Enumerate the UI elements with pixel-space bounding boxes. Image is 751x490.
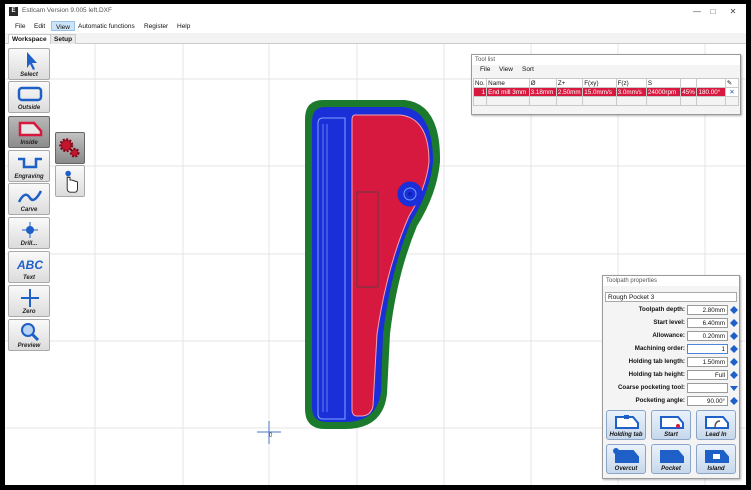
pocket-icon (660, 450, 684, 463)
tool-delete-icon[interactable]: ✕ (724, 87, 740, 97)
spin-diamond-icon[interactable] (730, 345, 738, 353)
menu-view[interactable]: View (51, 21, 75, 31)
sub-tool-hand-button[interactable] (55, 165, 85, 197)
toolpath-properties-panel: Toolpath properties Rough Pocket 3 Toolp… (602, 275, 740, 479)
window-title: Estlcam Version 9.005 left.DXF (22, 7, 112, 14)
workspace-canvas[interactable]: 0 Select Outside Inside Engraving Carve (5, 44, 746, 485)
tool-list-title: Tool list (472, 55, 740, 65)
tool-engraving-button[interactable]: Engraving (8, 150, 50, 182)
start-point-icon (660, 416, 684, 429)
table-row-empty (472, 96, 740, 106)
menu-help[interactable]: Help (173, 21, 194, 31)
field-machining-order: Machining order: 1 (603, 344, 743, 355)
pocketing-angle-input[interactable]: 90.00° (687, 396, 728, 406)
table-row[interactable]: 1 End mill 3mm 3.18mm 2.50mm 15.0mm/s 3.… (472, 87, 740, 97)
island-icon (705, 450, 729, 463)
tool-zero-button[interactable]: Zero (8, 285, 50, 317)
menu-automatic-functions[interactable]: Automatic functions (74, 21, 139, 31)
start-level-input[interactable]: 6.40mm (687, 318, 728, 328)
tool-edit-icon[interactable]: ✎ (724, 78, 740, 88)
carve-icon (17, 190, 43, 203)
tool-text-button[interactable]: ABC Text (8, 251, 50, 283)
tool-list-menu-file[interactable]: File (480, 66, 490, 73)
title-bar: E Estlcam Version 9.005 left.DXF — □ ✕ (5, 4, 746, 19)
spin-diamond-icon[interactable] (730, 397, 738, 405)
tool-preview-button[interactable]: Preview (8, 319, 50, 351)
svg-text:ABC: ABC (16, 258, 43, 272)
spin-diamond-icon[interactable] (730, 319, 738, 327)
toolpath-depth-input[interactable]: 2.80mm (687, 305, 728, 315)
tool-inside-button[interactable]: Inside (8, 116, 50, 148)
field-pocketing-angle: Pocketing angle: 90.00° (603, 396, 743, 407)
field-toolpath-depth: Toolpath depth: 2.80mm (603, 305, 743, 316)
tool-carve-button[interactable]: Carve (8, 183, 50, 215)
holding-tab-button[interactable]: Holding tab (606, 410, 646, 440)
field-start-level: Start level: 6.40mm (603, 318, 743, 329)
tool-table: No. Name Ø Z+ F(xy) F(z) S ✎ 1 End mill … (472, 78, 740, 106)
drill-icon (22, 222, 38, 238)
tool-drill-button[interactable]: Drill... (8, 217, 50, 249)
coarse-pocketing-tool-select[interactable] (687, 383, 728, 393)
field-holding-tab-length: Holding tab length: 1.50mm (603, 357, 743, 368)
minimize-button[interactable]: — (689, 6, 705, 17)
spin-diamond-icon[interactable] (730, 371, 738, 379)
holding-tab-length-input[interactable]: 1.50mm (687, 357, 728, 367)
chevron-down-icon[interactable] (730, 384, 738, 392)
field-allowance: Allowance: 0.20mm (603, 331, 743, 342)
close-button[interactable]: ✕ (725, 6, 741, 17)
spin-diamond-icon[interactable] (730, 358, 738, 366)
gears-icon (59, 138, 80, 158)
tab-bar: Workspace Setup (5, 33, 746, 44)
tool-outside-button[interactable]: Outside (8, 81, 50, 113)
tab-workspace[interactable]: Workspace (8, 34, 51, 44)
island-button[interactable]: Island (696, 444, 736, 474)
part-red-body[interactable] (351, 114, 430, 417)
machining-order-input[interactable]: 1 (687, 344, 728, 354)
tab-setup[interactable]: Setup (50, 34, 77, 44)
app-window: E Estlcam Version 9.005 left.DXF — □ ✕ F… (5, 4, 746, 485)
holding-tab-height-input[interactable]: Full (687, 370, 728, 380)
tool-list-menu-view[interactable]: View (499, 66, 513, 73)
spin-diamond-icon[interactable] (730, 306, 738, 314)
menu-bar: File Edit View Automatic functions Regis… (5, 20, 746, 32)
outside-contour-icon (17, 86, 43, 102)
holding-tab-icon (615, 415, 639, 429)
maximize-button[interactable]: □ (705, 6, 721, 17)
cursor-arrow-icon (27, 52, 37, 70)
lead-in-button[interactable]: Lead In (696, 410, 736, 440)
overcut-button[interactable]: Overcut (606, 444, 646, 474)
menu-file[interactable]: File (11, 21, 29, 31)
pocket-button[interactable]: Pocket (651, 444, 691, 474)
allowance-input[interactable]: 0.20mm (687, 331, 728, 341)
hole-center (408, 192, 412, 196)
menu-register[interactable]: Register (140, 21, 172, 31)
app-logo-icon: E (9, 7, 18, 16)
spin-diamond-icon[interactable] (730, 332, 738, 340)
part-left-rail[interactable] (317, 117, 346, 420)
overcut-icon (613, 448, 639, 463)
start-button[interactable]: Start (651, 410, 691, 440)
text-abc-icon: ABC (16, 258, 43, 272)
inside-contour-icon (18, 121, 43, 137)
sub-tool-settings-button[interactable] (55, 132, 85, 164)
engraving-icon (18, 157, 42, 169)
toolpath-name-input[interactable]: Rough Pocket 3 (605, 292, 737, 302)
lead-in-icon (705, 416, 729, 429)
tool-list-panel: Tool list File View Sort No. Name Ø Z+ F… (471, 54, 741, 115)
hand-pointer-icon (65, 170, 78, 193)
tool-select-button[interactable]: Select (8, 48, 50, 80)
origin-label: 0 (269, 433, 273, 439)
tool-table-header: No. Name Ø Z+ F(xy) F(z) S ✎ (472, 78, 740, 88)
tool-list-menu-sort[interactable]: Sort (522, 66, 534, 73)
field-holding-tab-height: Holding tab height: Full (603, 370, 743, 381)
menu-edit[interactable]: Edit (30, 21, 49, 31)
toolpath-properties-title: Toolpath properties (603, 276, 739, 286)
zero-crosshair-icon (21, 289, 39, 307)
magnifier-icon (21, 323, 40, 342)
field-coarse-pocketing-tool: Coarse pocketing tool: (603, 383, 743, 394)
